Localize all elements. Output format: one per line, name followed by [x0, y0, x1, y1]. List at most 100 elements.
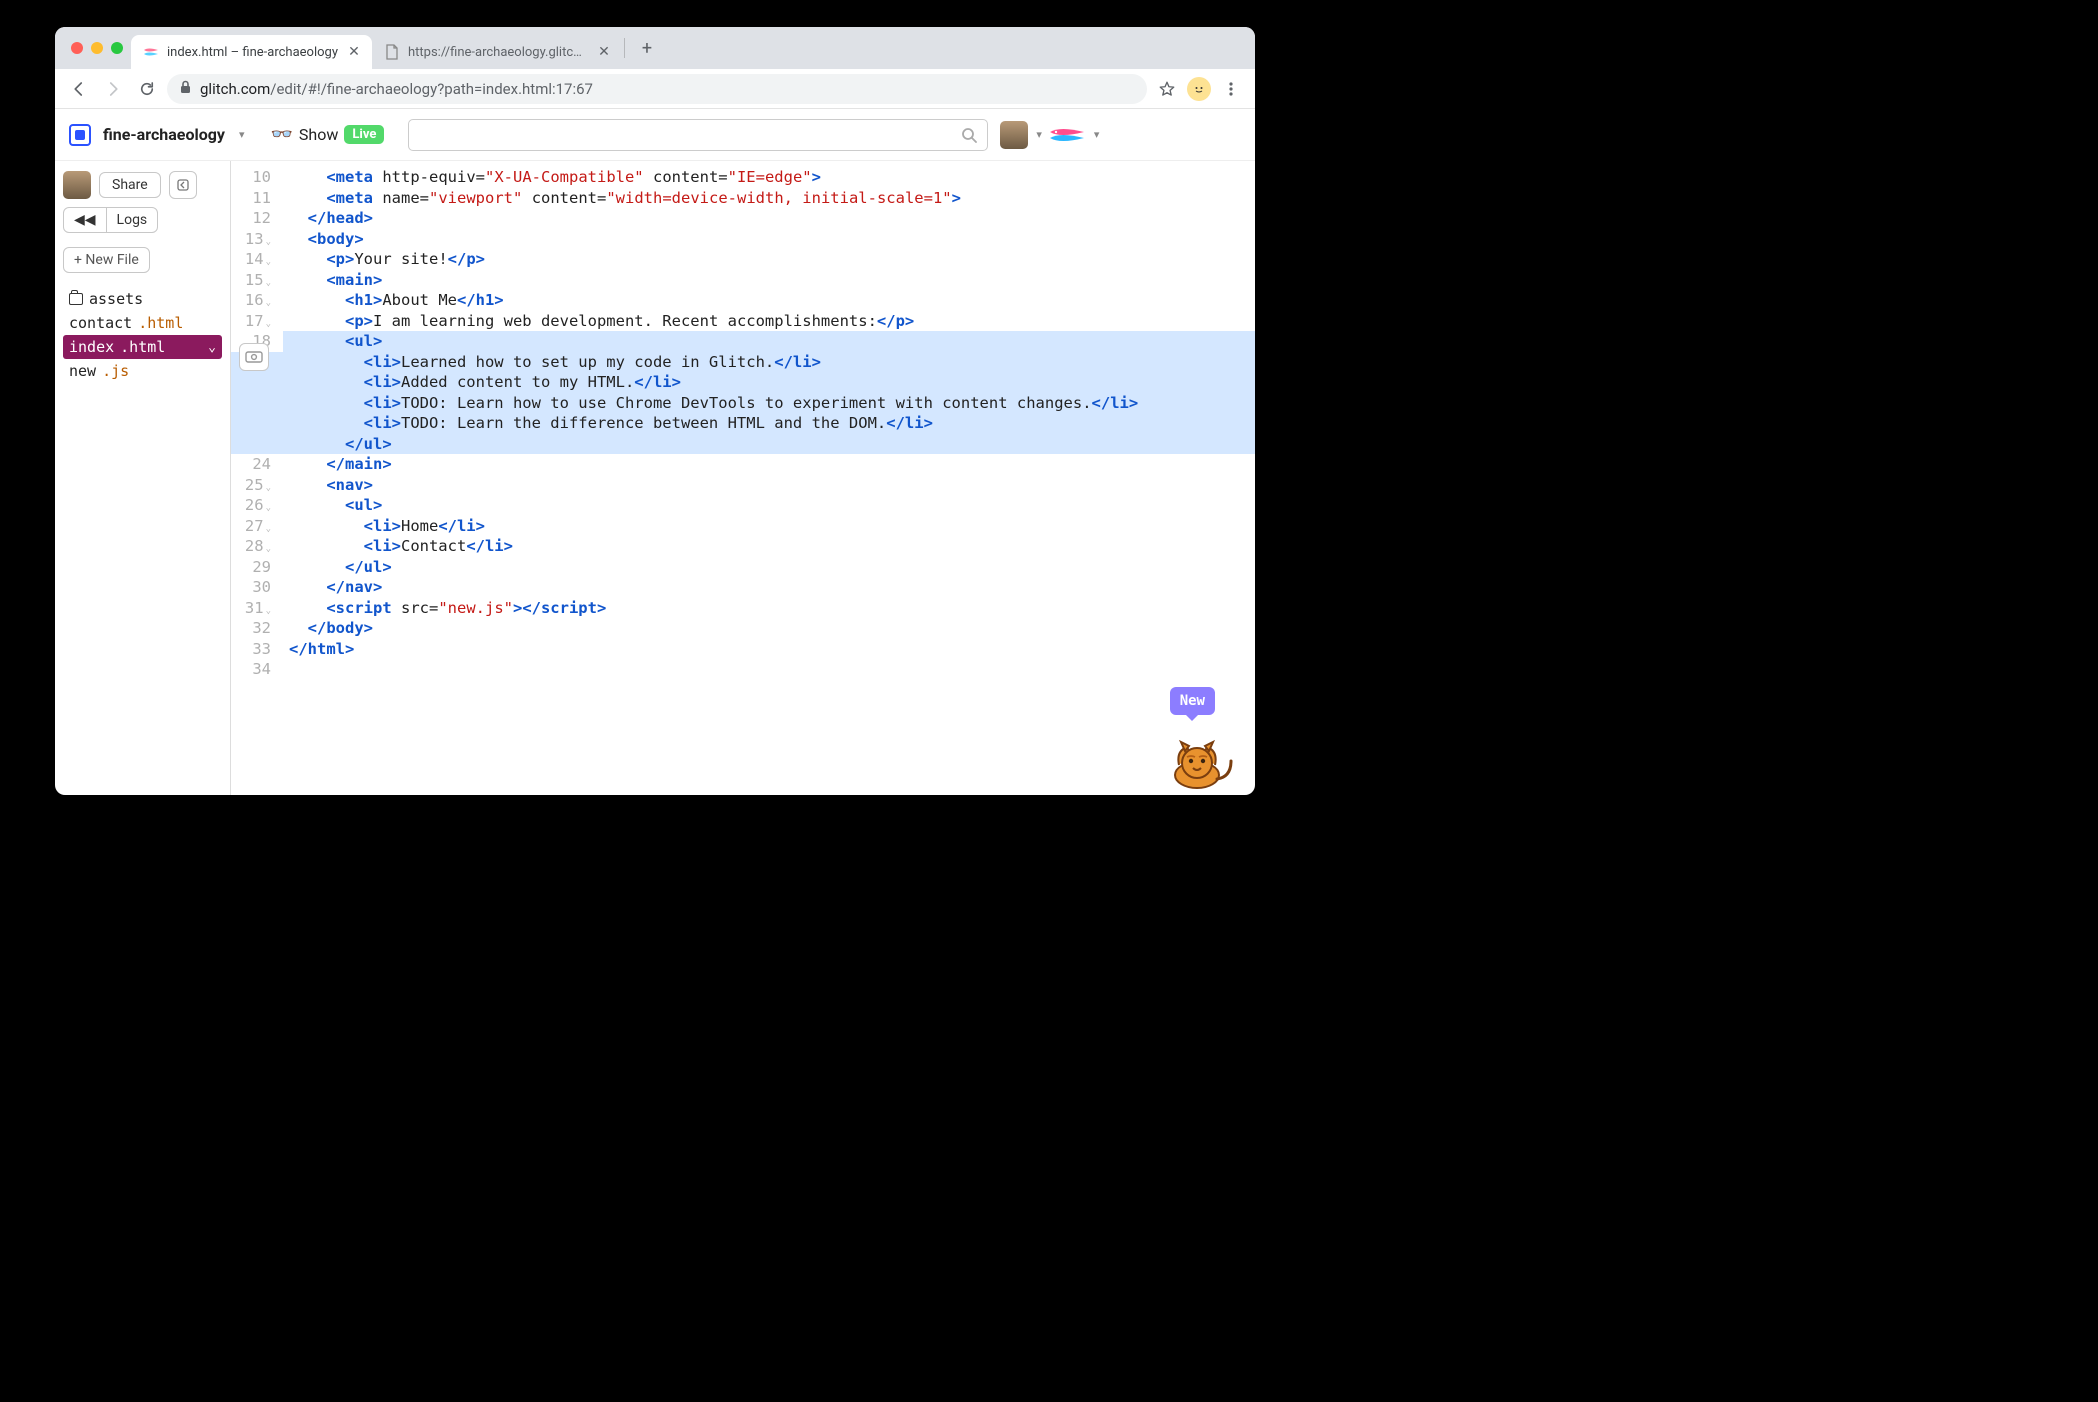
close-tab-icon[interactable]: ✕ — [346, 44, 362, 60]
file-ext: .html — [120, 338, 165, 356]
glitch-body: Share ◀◀ Logs + New File assets contact .h… — [55, 161, 1255, 795]
file-tree: assets contact .html index .html ⌄ new.js — [63, 287, 222, 383]
code-line: <p>Your site!</p> — [283, 249, 1255, 270]
chevron-down-icon[interactable]: ▾ — [1094, 128, 1100, 141]
bookmark-button[interactable] — [1153, 75, 1181, 103]
code-line: <li>Contact</li> — [283, 536, 1255, 557]
line-number: 31 ⌄ — [231, 598, 271, 619]
collapse-sidebar-button[interactable] — [169, 171, 197, 199]
code-line: <meta http-equiv="X-UA-Compatible" conte… — [283, 167, 1255, 188]
line-number: 16 ⌄ — [231, 290, 271, 311]
glitch-logo-icon[interactable] — [1048, 124, 1086, 146]
code-line: <li>TODO: Learn how to use Chrome DevToo… — [231, 393, 1255, 414]
glitch-cat-icon[interactable] — [1167, 735, 1237, 789]
code-line: </main> — [283, 454, 1255, 475]
new-tab-button[interactable]: + — [633, 34, 661, 62]
line-number: 13 ⌄ — [231, 229, 271, 250]
menu-button[interactable] — [1217, 75, 1245, 103]
address-bar[interactable]: glitch.com/edit/#!/fine-archaeology?path… — [167, 74, 1147, 104]
file-name: contact — [69, 314, 132, 332]
line-number: 14 ⌄ — [231, 249, 271, 270]
tab-strip: index.html – fine-archaeology ✕ https://… — [55, 27, 1255, 69]
reload-button[interactable] — [133, 75, 161, 103]
line-number: 25 ⌄ — [231, 475, 271, 496]
profile-button[interactable] — [1187, 77, 1211, 101]
code-line: <li>TODO: Learn the difference between H… — [231, 413, 1255, 434]
browser-tab-active[interactable]: index.html – fine-archaeology ✕ — [131, 35, 372, 69]
close-window-button[interactable] — [71, 42, 83, 54]
code-line: <li>Learned how to set up my code in Gli… — [231, 352, 1255, 373]
user-avatar[interactable] — [1000, 121, 1028, 149]
file-item[interactable]: new.js — [63, 359, 222, 383]
user-avatar[interactable] — [63, 171, 91, 199]
forward-button[interactable] — [99, 75, 127, 103]
code-line: <li>Added content to my HTML.</li> — [231, 372, 1255, 393]
project-icon[interactable] — [69, 124, 91, 146]
sidebar: Share ◀◀ Logs + New File assets contact .h… — [55, 161, 231, 795]
rewind-logs-group: ◀◀ Logs — [63, 207, 158, 233]
window-controls — [67, 27, 131, 69]
file-item-active[interactable]: index .html ⌄ — [63, 335, 222, 359]
code-editor[interactable]: 10111213 ⌄14 ⌄15 ⌄16 ⌄17 ⌄181920 ⌄21 ⌄22… — [231, 161, 1255, 795]
code-line: </head> — [283, 208, 1255, 229]
code-line: <body> — [283, 229, 1255, 250]
rewind-button[interactable]: ◀◀ — [64, 208, 107, 232]
page-favicon-icon — [384, 44, 400, 60]
tab-title: index.html – fine-archaeology — [167, 45, 338, 60]
new-badge[interactable]: New — [1170, 687, 1215, 716]
project-name[interactable]: fine-archaeology — [103, 125, 225, 144]
close-tab-icon[interactable]: ✕ — [596, 44, 612, 60]
line-number: 10 — [231, 167, 271, 188]
code-line: <ul> — [231, 331, 1255, 352]
share-button[interactable]: Share — [99, 172, 161, 198]
show-label: Show — [299, 125, 338, 144]
code-line: <ul> — [283, 495, 1255, 516]
search-input[interactable] — [408, 119, 988, 151]
chevron-down-icon[interactable]: ▾ — [239, 128, 245, 141]
line-number: 11 — [231, 188, 271, 209]
file-ext: .html — [138, 314, 183, 332]
code-line: <li>Home</li> — [283, 516, 1255, 537]
line-number: 32 — [231, 618, 271, 639]
file-item[interactable]: assets — [63, 287, 222, 311]
tutorial-button[interactable] — [239, 343, 269, 371]
code-line — [283, 659, 1255, 680]
code-line: <p>I am learning web development. Recent… — [283, 311, 1255, 332]
code-line: </body> — [283, 618, 1255, 639]
code-line: </ul> — [283, 557, 1255, 578]
code-line: </ul> — [231, 434, 1255, 455]
line-number: 26 ⌄ — [231, 495, 271, 516]
show-button[interactable]: 👓 Show Live — [270, 124, 384, 145]
line-number: 34 — [231, 659, 271, 680]
code-line: </nav> — [283, 577, 1255, 598]
code-line: <h1>About Me</h1> — [283, 290, 1255, 311]
browser-tab[interactable]: https://fine-archaeology.glitch… ✕ — [372, 35, 622, 69]
tab-separator — [624, 38, 625, 58]
line-number: 24 — [231, 454, 271, 475]
folder-icon — [69, 293, 83, 305]
line-number: 30 — [231, 577, 271, 598]
maximize-window-button[interactable] — [111, 42, 123, 54]
minimize-window-button[interactable] — [91, 42, 103, 54]
code-line: <nav> — [283, 475, 1255, 496]
tab-title: https://fine-archaeology.glitch… — [408, 45, 588, 60]
back-button[interactable] — [65, 75, 93, 103]
logs-button[interactable]: Logs — [107, 208, 158, 232]
chevron-down-icon[interactable]: ▾ — [1036, 128, 1042, 141]
code-line: <meta name="viewport" content="width=dev… — [283, 188, 1255, 209]
line-number: 15 ⌄ — [231, 270, 271, 291]
url-text: glitch.com/edit/#!/fine-archaeology?path… — [200, 80, 593, 98]
new-file-button[interactable]: + New File — [63, 247, 150, 273]
file-name: index — [69, 338, 114, 356]
file-ext: .js — [102, 362, 129, 380]
glitch-favicon-icon — [143, 44, 159, 60]
browser-window: index.html – fine-archaeology ✕ https://… — [55, 27, 1255, 795]
line-number: 27 ⌄ — [231, 516, 271, 537]
code-lines: <meta http-equiv="X-UA-Compatible" conte… — [283, 167, 1255, 680]
toolbar: glitch.com/edit/#!/fine-archaeology?path… — [55, 69, 1255, 109]
line-number: 12 — [231, 208, 271, 229]
file-name: assets — [89, 290, 143, 308]
file-item[interactable]: contact .html — [63, 311, 222, 335]
chevron-down-icon: ⌄ — [208, 340, 216, 355]
code-line: <main> — [283, 270, 1255, 291]
